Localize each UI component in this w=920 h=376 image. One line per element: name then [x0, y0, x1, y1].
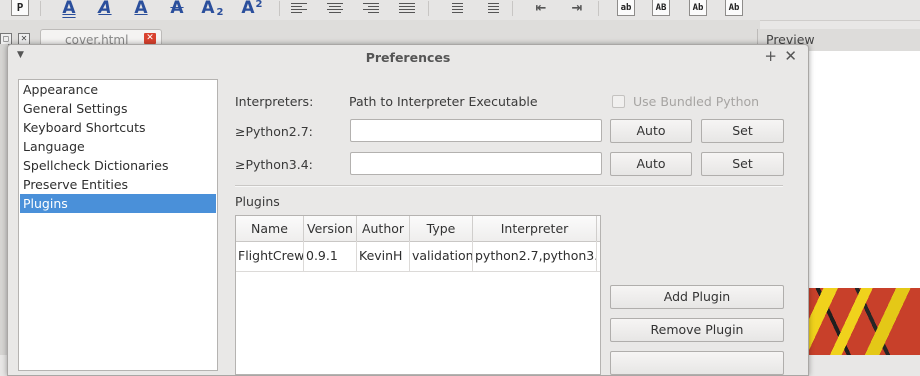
cell-version: 0.9.1 — [304, 241, 357, 271]
cell-author: KevinH — [357, 241, 410, 271]
interpreters-label: Interpreters: — [235, 94, 314, 109]
python34-label: ≥Python3.4: — [235, 157, 313, 172]
category-appearance[interactable]: Appearance — [20, 80, 216, 99]
dialog-title: Preferences — [365, 50, 451, 65]
align-right-icon[interactable] — [363, 1, 379, 14]
cover-image — [806, 288, 920, 355]
toolbar-separator — [512, 1, 513, 16]
category-plugins[interactable]: Plugins — [20, 194, 216, 213]
titlecase-icon[interactable]: Ab — [689, 0, 707, 16]
python34-auto-button[interactable]: Auto — [610, 152, 692, 176]
numbered-list-icon[interactable] — [483, 1, 499, 14]
use-bundled-python-checkbox[interactable] — [612, 95, 625, 108]
category-spellcheck-dictionaries[interactable]: Spellcheck Dictionaries — [20, 156, 216, 175]
dialog-title-bar: ▼ Preferences + ✕ — [8, 45, 808, 69]
cell-type: validation — [410, 241, 473, 271]
table-row[interactable]: FlightCrew 0.9.1 KevinH validation pytho… — [236, 241, 600, 272]
align-left-icon[interactable] — [291, 1, 307, 14]
remove-plugin-button[interactable]: Remove Plugin — [610, 318, 784, 342]
format-toolbar: P A A A A A 2 A 2 ⇤ ⇥ ab AB Ab Ab — [0, 0, 920, 21]
cell-interpreter: python2.7,python3.4 — [473, 241, 597, 271]
cell-name: FlightCrew — [236, 241, 304, 271]
plugins-table: Name Version Author Type Interpreter Fli… — [235, 215, 601, 375]
toolbar-separator — [40, 1, 41, 16]
strikethrough-a-icon[interactable]: A — [166, 0, 188, 18]
maximize-icon[interactable]: + — [764, 47, 777, 65]
bullet-list-icon[interactable] — [447, 1, 463, 14]
plugins-section-label: Plugins — [235, 194, 280, 209]
python34-path-input[interactable] — [350, 152, 602, 175]
python27-auto-button[interactable]: Auto — [610, 119, 692, 143]
subscript-icon[interactable]: A — [200, 0, 216, 18]
column-header-author[interactable]: Author — [357, 216, 410, 241]
column-header-interpreter[interactable]: Interpreter — [473, 216, 597, 241]
toolbar-separator — [598, 1, 599, 16]
paragraph-style-icon[interactable]: P — [11, 0, 29, 16]
subscript-mark: 2 — [216, 6, 224, 18]
column-header-type[interactable]: Type — [410, 216, 473, 241]
close-icon[interactable]: ✕ — [144, 33, 156, 44]
path-header: Path to Interpreter Executable — [349, 94, 538, 109]
category-keyboard-shortcuts[interactable]: Keyboard Shortcuts — [20, 118, 216, 137]
underline-a-icon[interactable]: A — [130, 0, 152, 18]
add-plugin-button[interactable]: Add Plugin — [610, 285, 784, 309]
heading-1-icon[interactable]: A — [58, 0, 80, 18]
python34-set-button[interactable]: Set — [701, 152, 784, 176]
python27-set-button[interactable]: Set — [701, 119, 784, 143]
toolbar-separator — [428, 1, 429, 16]
align-center-icon[interactable] — [327, 1, 343, 14]
italic-a-icon[interactable]: A — [94, 0, 116, 18]
superscript-mark: 2 — [255, 0, 263, 10]
column-header-version[interactable]: Version — [304, 216, 357, 241]
preferences-dialog: ▼ Preferences + ✕ Appearance General Set… — [7, 44, 809, 376]
capitalize-icon[interactable]: Ab — [725, 0, 743, 16]
category-general-settings[interactable]: General Settings — [20, 99, 216, 118]
use-bundled-python-label: Use Bundled Python — [633, 94, 760, 109]
column-header-name[interactable]: Name — [236, 216, 304, 241]
close-icon[interactable]: ✕ — [784, 47, 797, 65]
section-divider — [235, 185, 783, 187]
decrease-indent-icon[interactable]: ⇤ — [531, 0, 551, 16]
category-list: Appearance General Settings Keyboard Sho… — [18, 79, 218, 371]
align-justify-icon[interactable] — [399, 1, 415, 14]
lowercase-icon[interactable]: ab — [617, 0, 635, 16]
table-header: Name Version Author Type Interpreter — [236, 216, 600, 242]
category-preserve-entities[interactable]: Preserve Entities — [20, 175, 216, 194]
python27-path-input[interactable] — [350, 119, 602, 142]
uppercase-icon[interactable]: AB — [652, 0, 670, 16]
python27-label: ≥Python2.7: — [235, 124, 313, 139]
increase-indent-icon[interactable]: ⇥ — [567, 0, 587, 16]
category-language[interactable]: Language — [20, 137, 216, 156]
toolbar-separator — [279, 1, 280, 16]
